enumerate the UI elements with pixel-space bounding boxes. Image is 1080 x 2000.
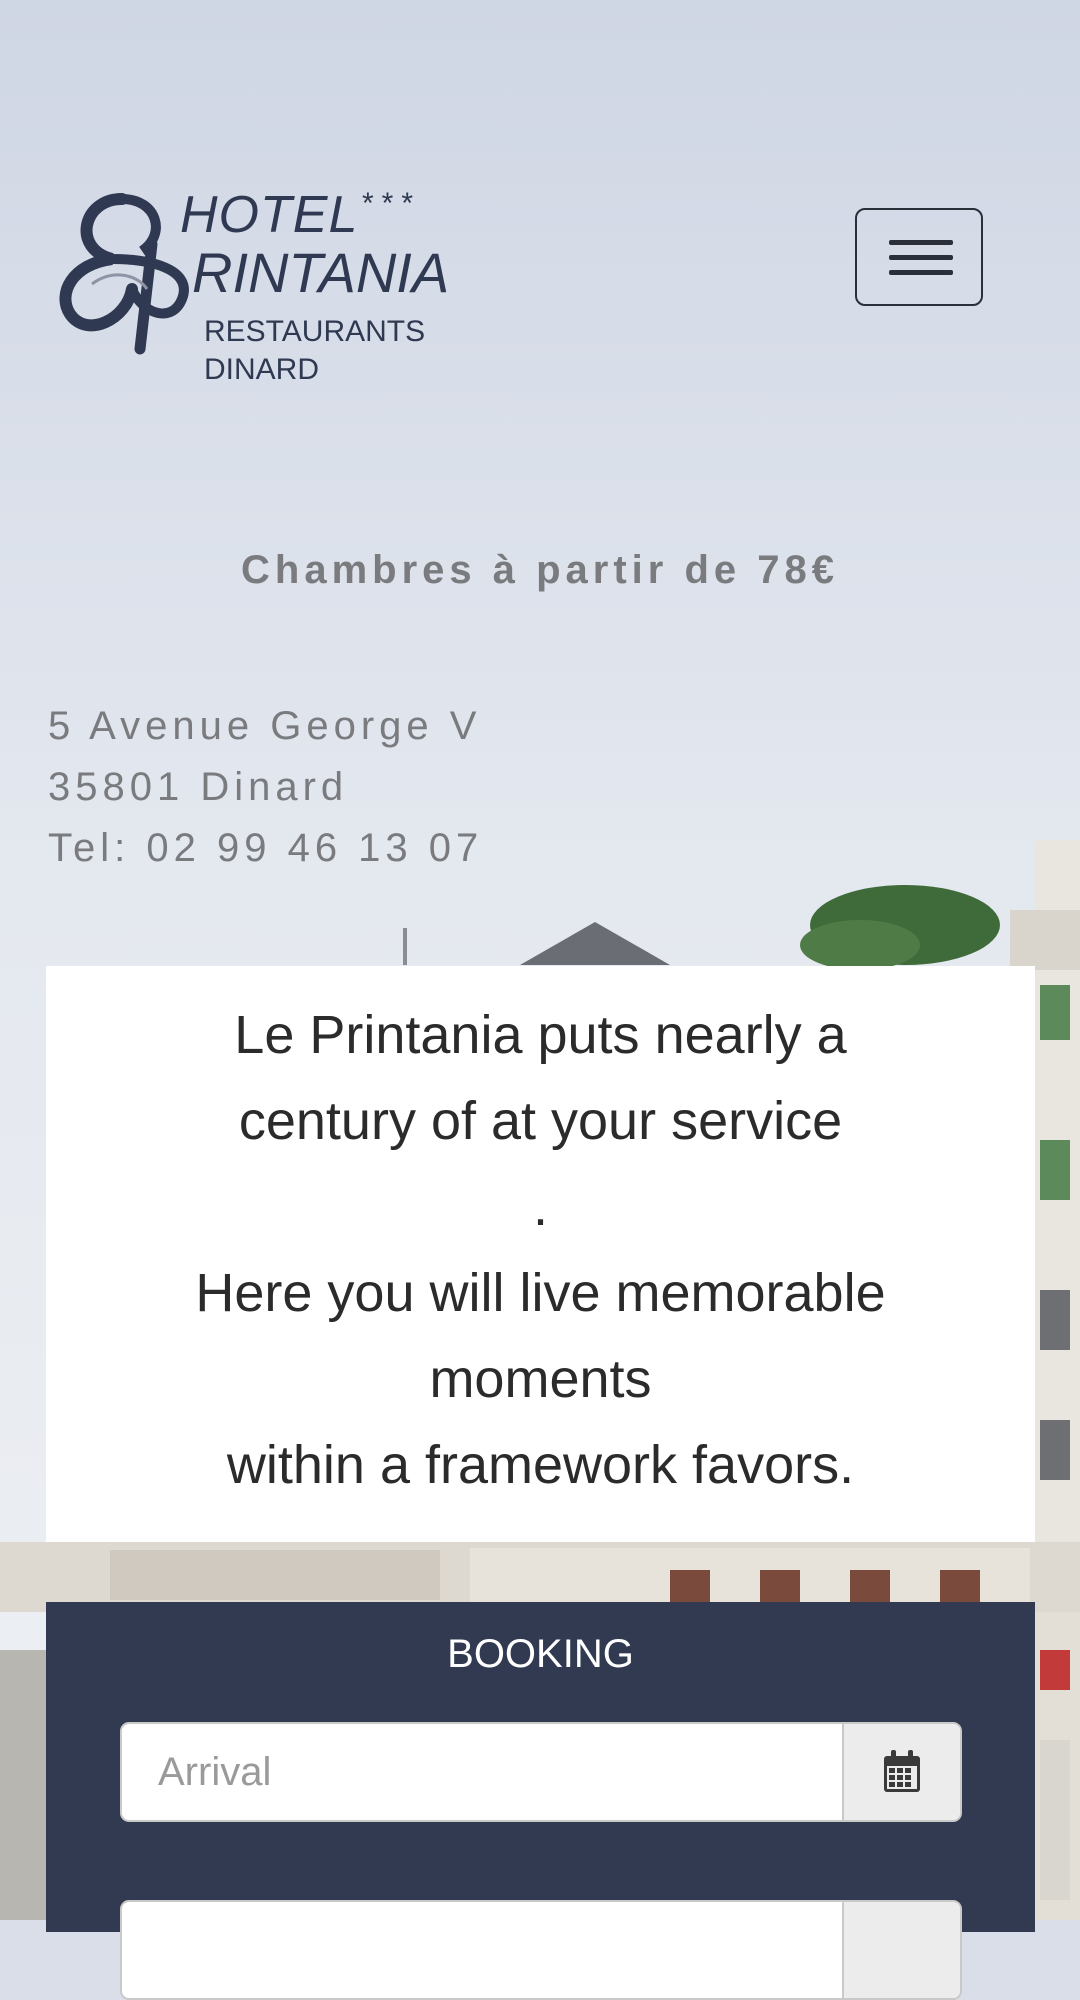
intro-line: Le Printania puts nearly a <box>234 1005 847 1065</box>
logo-stars: *** <box>362 187 422 220</box>
logo-dinard-text: DINARD <box>204 353 320 386</box>
arrival-date-field[interactable] <box>120 1722 962 1822</box>
arrival-input[interactable] <box>122 1724 844 1820</box>
departure-calendar-button[interactable] <box>842 1902 960 1998</box>
rates-tagline: Chambres à partir de 78€ <box>241 548 839 592</box>
logo-name-text: RINTANIA <box>192 241 450 304</box>
logo-emblem-icon <box>59 193 189 355</box>
intro-line: Here you will live memorable <box>195 1263 886 1323</box>
hotel-logo[interactable]: HOTEL *** RINTANIA RESTAURANTS DINARD <box>52 185 462 395</box>
booking-panel: BOOKING <box>46 1602 1035 2000</box>
calendar-icon <box>884 1750 920 1792</box>
address-city: 35801 Dinard <box>48 765 349 809</box>
address-phone[interactable]: Tel: 02 99 46 13 07 <box>48 818 483 879</box>
intro-line: . <box>532 1177 548 1237</box>
logo-hotel-text: HOTEL <box>180 186 359 244</box>
departure-input[interactable] <box>122 1902 844 1998</box>
booking-title: BOOKING <box>447 1632 634 1676</box>
hotel-address: 5 Avenue George V 35801 Dinard Tel: 02 9… <box>48 696 483 879</box>
intro-panel: Le Printania puts nearly a century of at… <box>46 966 1035 1542</box>
arrival-calendar-button[interactable] <box>842 1724 960 1820</box>
intro-line: century of at your service <box>238 1091 843 1151</box>
address-street: 5 Avenue George V <box>48 704 482 748</box>
departure-date-field[interactable] <box>120 1900 962 2000</box>
intro-line: within a framework favors. <box>226 1435 855 1495</box>
intro-line: moments <box>429 1349 652 1409</box>
menu-toggle-button[interactable] <box>855 208 983 306</box>
logo-restaurants-text: RESTAURANTS <box>204 315 426 348</box>
